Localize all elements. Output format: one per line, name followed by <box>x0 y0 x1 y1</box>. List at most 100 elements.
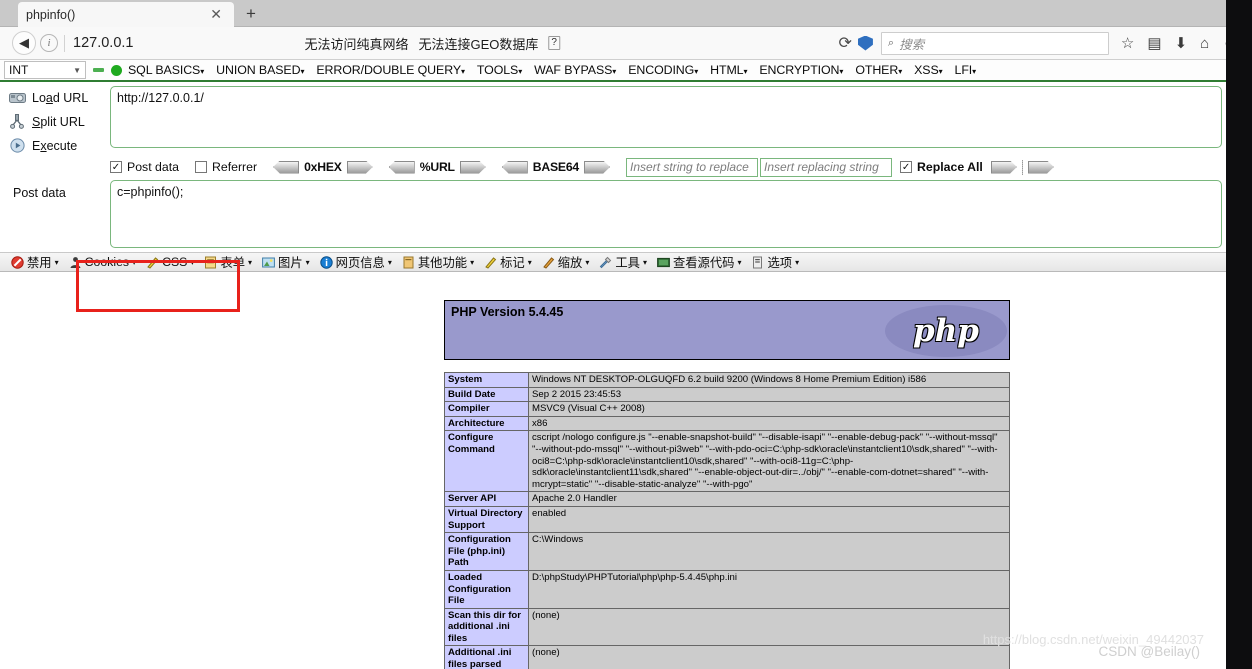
replace-all-checkbox[interactable]: ✓ <box>900 161 913 173</box>
wdt-forms[interactable]: 表单 ▾ <box>199 253 257 271</box>
reload-icon[interactable]: ⟳ <box>839 33 852 53</box>
shield-icon[interactable] <box>857 35 873 51</box>
wdt-resize[interactable]: 缩放 ▾ <box>537 253 595 271</box>
new-tab-button[interactable]: + <box>246 4 256 24</box>
plus-icon[interactable] <box>111 64 122 76</box>
resize-icon <box>542 256 555 269</box>
bookmark-icon[interactable]: ☆ <box>1121 34 1134 52</box>
wdt-label: 禁用 <box>27 256 52 270</box>
replace-all-label[interactable]: Replace All <box>917 160 983 174</box>
library-icon[interactable]: ▤ <box>1147 34 1161 52</box>
browser-tab[interactable]: phpinfo() ✕ <box>18 2 234 27</box>
wdt-label: 标记 <box>500 256 525 270</box>
table-row: System Windows NT DESKTOP-OLGUQFD 6.2 bui… <box>444 372 1010 388</box>
referrer-checkbox-label[interactable]: Referrer <box>212 160 257 174</box>
phpinfo-header: PHP Version 5.4.45 php <box>444 300 1010 360</box>
wdt-label: 查看源代码 <box>672 256 735 270</box>
menu-label: ERROR/DOUBLE QUERY <box>316 63 461 77</box>
minus-icon[interactable] <box>93 68 104 72</box>
execute-button[interactable]: Execute <box>0 135 108 156</box>
url-bar[interactable]: i 127.0.0.1 无法访问纯真网络 无法连接GEO数据库 ? <box>40 31 825 56</box>
row-key: Loaded Configuration File <box>444 569 529 609</box>
search-icon: ⌕ <box>887 36 895 49</box>
row-key: Server API <box>444 491 529 507</box>
menu-label: ENCRYPTION <box>759 63 840 77</box>
decode-left-arrow-icon[interactable] <box>388 160 415 174</box>
wdt-options[interactable]: 选项 ▾ <box>746 253 804 271</box>
menu-encoding[interactable]: ENCODING▾ <box>622 63 704 77</box>
decode-left-arrow-icon[interactable] <box>501 160 528 174</box>
encode-right-arrow-icon[interactable] <box>584 160 611 174</box>
hackbar-menu-bar: INT ▼ SQL BASICS▾ UNION BASED▾ ERROR/DOU… <box>0 60 1252 82</box>
menu-error-double-query[interactable]: ERROR/DOUBLE QUERY▾ <box>310 63 471 77</box>
row-value: enabled <box>528 505 1010 534</box>
menu-label: HTML <box>710 63 744 77</box>
menu-encryption[interactable]: ENCRYPTION▾ <box>753 63 849 77</box>
load-url-label: Load URL <box>32 90 89 105</box>
sql-type-select[interactable]: INT ▼ <box>4 61 86 79</box>
wdt-cookies[interactable]: Cookies ▾ <box>64 255 141 269</box>
wdt-tools[interactable]: 工具 ▾ <box>594 253 652 271</box>
menu-other[interactable]: OTHER▾ <box>849 63 908 77</box>
notice-text-2: 无法连接GEO数据库 <box>418 36 539 52</box>
menu-union-based[interactable]: UNION BASED▾ <box>210 63 310 77</box>
decode-left-arrow-icon[interactable] <box>273 160 300 174</box>
menu-html[interactable]: HTML▾ <box>704 63 753 77</box>
row-key: Configure Command <box>444 430 529 493</box>
home-icon[interactable]: ⌂ <box>1200 35 1209 52</box>
table-row: Build Date Sep 2 2015 23:45:53 <box>444 386 1010 403</box>
row-key: Scan this dir for additional .ini files <box>444 607 529 647</box>
identity-icon[interactable]: i <box>40 34 58 52</box>
menu-label: XSS <box>914 63 939 77</box>
menu-sql-basics[interactable]: SQL BASICS▾ <box>122 63 210 77</box>
encoder-url-label: %URL <box>419 160 455 174</box>
hackbar-actions: Load URL Split URL Execute <box>0 87 108 159</box>
table-row: Configure Command cscript /nologo configu… <box>444 430 1010 493</box>
images-icon <box>262 256 275 269</box>
menu-lfi[interactable]: LFI▾ <box>949 63 983 77</box>
replace-search-input[interactable]: Insert string to replace <box>626 157 759 177</box>
wdt-images[interactable]: 图片 ▾ <box>257 253 315 271</box>
menu-label: ENCODING <box>628 63 695 77</box>
back-icon[interactable]: ◀ <box>12 31 36 55</box>
wdt-disable[interactable]: 禁用 ▾ <box>6 253 64 271</box>
split-url-button[interactable]: Split URL <box>0 111 108 132</box>
help-icon[interactable]: ? <box>548 36 560 50</box>
load-url-button[interactable]: Load URL <box>0 87 108 108</box>
table-row: Virtual Directory Support enabled <box>444 505 1010 534</box>
encode-right-arrow-icon[interactable] <box>346 160 373 174</box>
table-row: Compiler MSVC9 (Visual C++ 2008) <box>444 401 1010 417</box>
downloads-icon[interactable]: ⬇ <box>1175 34 1188 52</box>
split-url-label: Split URL <box>32 114 85 129</box>
wdt-label: 表单 <box>220 256 245 270</box>
replace-with-input[interactable]: Insert replacing string <box>760 157 893 177</box>
url-textarea[interactable]: http://127.0.0.1/ <box>110 86 1222 148</box>
wdt-page-info[interactable]: 网页信息 ▾ <box>315 253 397 271</box>
wdt-label: 其他功能 <box>417 256 468 270</box>
replace-apply-arrow-icon[interactable] <box>990 160 1017 174</box>
screen-edge-strip <box>1226 0 1252 669</box>
row-key: Architecture <box>444 415 529 432</box>
row-value: (none) <box>528 645 1010 669</box>
menu-waf-bypass[interactable]: WAF BYPASS▾ <box>528 63 622 77</box>
wdt-css[interactable]: CSS ▾ <box>141 255 199 269</box>
post-data-checkbox[interactable]: ✓ <box>110 161 122 173</box>
row-key: Compiler <box>444 401 529 417</box>
post-data-textarea[interactable]: c=phpinfo(); <box>110 180 1222 248</box>
url-divider <box>64 34 65 52</box>
replace-all-apply-arrow-icon[interactable] <box>1027 160 1054 174</box>
wdt-view-source[interactable]: 查看源代码 ▾ <box>652 253 747 271</box>
encode-right-arrow-icon[interactable] <box>459 160 486 174</box>
menu-tools[interactable]: TOOLS▾ <box>471 63 528 77</box>
row-value: D:\phpStudy\PHPTutorial\php\php-5.4.45\p… <box>528 569 1010 609</box>
menu-xss[interactable]: XSS▾ <box>908 63 948 77</box>
search-input[interactable]: ⌕ 搜索 <box>880 31 1109 55</box>
wdt-misc[interactable]: 其他功能 ▾ <box>397 253 479 271</box>
post-data-checkbox-label[interactable]: Post data <box>127 160 179 174</box>
menu-label: UNION BASED <box>216 63 301 77</box>
toolbar-icons: ☆ ▤ ⬇ ⌂ ☻ <box>1121 34 1238 53</box>
close-icon[interactable]: ✕ <box>206 6 226 23</box>
wdt-outline[interactable]: 标记 ▾ <box>479 253 537 271</box>
referrer-checkbox[interactable] <box>194 161 207 173</box>
post-data-label: Post data <box>13 186 66 200</box>
